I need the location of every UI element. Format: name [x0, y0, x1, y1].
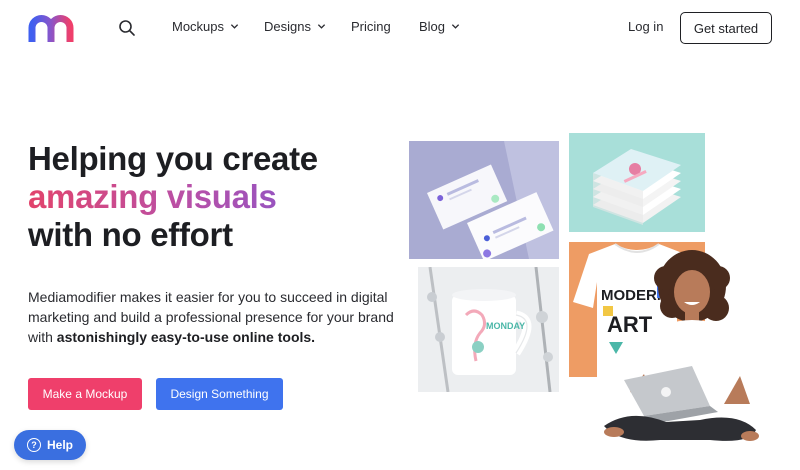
- nav-designs[interactable]: Designs: [264, 19, 326, 34]
- business-cards-image: [409, 141, 559, 259]
- chevron-down-icon: [451, 24, 460, 29]
- nav-designs-label: Designs: [264, 19, 311, 34]
- design-something-button[interactable]: Design Something: [156, 378, 283, 410]
- hero-heading: Helping you create amazing visuals with …: [28, 140, 318, 254]
- hero-heading-line1: Helping you create: [28, 140, 318, 177]
- hero-description: Mediamodifier makes it easier for you to…: [28, 287, 398, 347]
- books-mockup-image: [569, 133, 705, 232]
- nav-pricing-label: Pricing: [351, 19, 391, 34]
- search-icon[interactable]: [118, 19, 136, 37]
- mediamodifier-logo[interactable]: [28, 15, 74, 43]
- hero-heading-highlight: amazing visuals: [28, 178, 318, 216]
- question-icon: ?: [27, 438, 41, 452]
- nav-mockups-label: Mockups: [172, 19, 225, 34]
- nav-blog-label: Blog: [419, 19, 446, 34]
- nav-blog[interactable]: Blog: [419, 19, 460, 34]
- nav-pricing[interactable]: Pricing: [351, 19, 391, 34]
- mug-text: MONDAY: [486, 321, 525, 331]
- make-mockup-button[interactable]: Make a Mockup: [28, 378, 142, 410]
- help-button[interactable]: ? Help: [14, 430, 86, 460]
- login-link[interactable]: Log in: [628, 19, 663, 34]
- woman-with-laptop-image: [600, 248, 760, 448]
- nav-mockups[interactable]: Mockups: [172, 19, 239, 34]
- top-navbar: Mockups Designs Pricing Blog Log in Get …: [0, 0, 800, 58]
- chevron-down-icon: [230, 24, 239, 29]
- mug-mockup-image: MONDAY: [418, 267, 559, 392]
- chevron-down-icon: [317, 24, 326, 29]
- help-label: Help: [47, 438, 74, 452]
- hero-description-bold: astonishingly easy-to-use online tools.: [56, 329, 316, 345]
- get-started-button[interactable]: Get started: [680, 12, 772, 44]
- hero-heading-line3: with no effort: [28, 216, 233, 253]
